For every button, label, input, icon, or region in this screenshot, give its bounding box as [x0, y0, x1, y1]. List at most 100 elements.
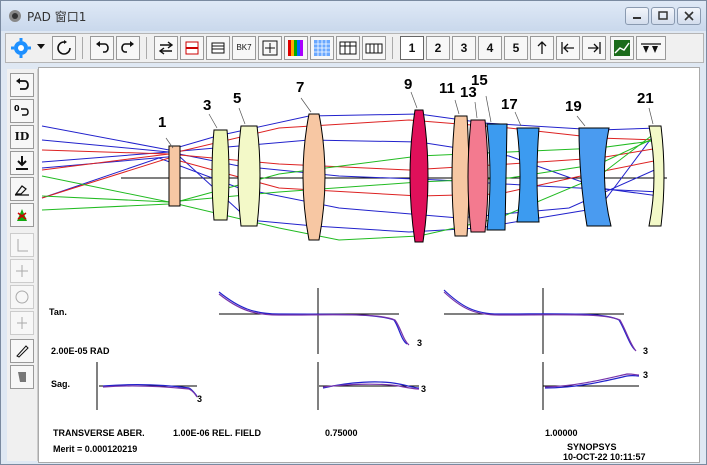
drawing-canvas[interactable]: 1 3 5 7 9 11 13 15 17 19 21 Tan. 2.00E-0…: [38, 67, 700, 463]
config-1-label: 1: [408, 41, 416, 55]
zoom-fit-icon: [262, 40, 278, 56]
fill-button[interactable]: [10, 365, 34, 389]
pen-button[interactable]: [10, 339, 34, 363]
surface-label-21: 21: [637, 90, 654, 107]
pattern-button[interactable]: [310, 36, 334, 60]
color-bars-button[interactable]: [284, 36, 308, 60]
arrow-up-button[interactable]: [530, 36, 554, 60]
layout-button[interactable]: [336, 36, 360, 60]
table-icon: [211, 42, 225, 54]
surface-label-1: 1: [158, 114, 167, 131]
tan-trace-end-2: 3: [643, 346, 649, 356]
settings-gear-button[interactable]: [10, 36, 32, 60]
undo-zero-icon: 0: [14, 104, 29, 116]
disabled-tool-1: [10, 233, 34, 257]
sag-trace-end-3: 3: [643, 370, 649, 380]
config-4-label: 4: [486, 41, 494, 55]
synopsys-app-icon: [9, 10, 21, 22]
scale-label: 2.00E-05 RAD: [51, 346, 110, 356]
sag-label: Sag.: [51, 379, 71, 389]
id-button[interactable]: ID: [10, 125, 34, 149]
chart-icon: [614, 40, 630, 56]
erase-button[interactable]: [10, 177, 34, 201]
lens-layout-diagram: [41, 91, 667, 243]
undo-tool-button[interactable]: [10, 73, 34, 97]
window-title: PAD 窗口1: [27, 10, 87, 24]
close-button[interactable]: [677, 7, 701, 25]
surface-label-3: 3: [203, 97, 212, 114]
disabled-tool-4: [10, 311, 34, 335]
merit-label: Merit = 0.000120219: [53, 444, 138, 454]
field-100-label: 1.00000: [545, 428, 578, 438]
main-toolbar: BK7 1 2 3 4 5: [5, 33, 704, 63]
config-5-button[interactable]: 5: [504, 36, 528, 60]
left-toolbar: 0 ID: [7, 69, 38, 461]
config-4-button[interactable]: 4: [478, 36, 502, 60]
surface-label-7: 7: [296, 79, 305, 96]
config-1-button[interactable]: 1: [400, 36, 424, 60]
swap-button[interactable]: [154, 36, 178, 60]
redo-icon: [121, 41, 134, 53]
bk7-label: BK7: [236, 43, 252, 52]
minimize-button[interactable]: [625, 7, 649, 25]
eraser-icon: [14, 185, 29, 196]
gear-icon: [11, 38, 31, 58]
crosshair-icon: [16, 265, 28, 277]
surface-label-9: 9: [404, 76, 413, 93]
filter-icon: [641, 43, 661, 53]
last-surface-button[interactable]: [582, 36, 606, 60]
undo-button[interactable]: [90, 36, 114, 60]
undo-zero-button[interactable]: 0: [10, 99, 34, 123]
return-arrow-icon: [16, 78, 29, 90]
first-surface-button[interactable]: [556, 36, 580, 60]
surface-label-11: 11: [439, 80, 455, 97]
config-3-button[interactable]: 3: [452, 36, 476, 60]
maximize-icon: [658, 11, 668, 20]
tan-trace-end-1: 3: [417, 338, 423, 348]
svg-text:0: 0: [14, 104, 20, 113]
glass-bk7-button[interactable]: BK7: [232, 36, 256, 60]
download-button[interactable]: [10, 151, 34, 175]
config-2-button[interactable]: 2: [426, 36, 450, 60]
undo-icon: [96, 41, 109, 53]
tan-label: Tan.: [49, 307, 67, 317]
swap-arrows-icon: [158, 41, 174, 55]
shape-icon: [18, 372, 26, 382]
filter-button[interactable]: [636, 36, 666, 60]
zoom-fit-button[interactable]: [258, 36, 282, 60]
config-5-label: 5: [512, 41, 520, 55]
grid-button[interactable]: [362, 36, 386, 60]
id-label: ID: [14, 130, 30, 143]
config-3-label: 3: [460, 41, 468, 55]
download-icon: [16, 156, 28, 170]
field-075-label: 0.75000: [325, 428, 358, 438]
arrow-up-icon: [537, 41, 547, 54]
axis-icon: [17, 239, 28, 252]
surface-label-17: 17: [501, 96, 518, 113]
circle-icon: [15, 290, 29, 304]
split-view-button[interactable]: [180, 36, 204, 60]
dropdown-button[interactable]: [34, 36, 48, 60]
mark-button[interactable]: [10, 203, 34, 227]
sag-trace-end-2: 3: [421, 384, 427, 394]
surface-label-5: 5: [233, 90, 242, 107]
close-icon: [684, 11, 694, 21]
skip-right-icon: [588, 42, 601, 54]
datetime-label: 10-OCT-22 10:11:57: [563, 452, 646, 462]
footer-field-label: 1.00E-06 REL. FIELD: [173, 428, 262, 438]
pad-window: PAD 窗口1 BK7 1 2 3 4 5 0 ID 1 3 5 7 9 11 …: [0, 0, 707, 465]
table-button[interactable]: [206, 36, 230, 60]
chart-button[interactable]: [610, 36, 634, 60]
disabled-tool-3: [10, 285, 34, 309]
footer-title: TRANSVERSE ABER.: [53, 428, 145, 438]
layout-grid-icon: [339, 41, 357, 55]
maximize-button[interactable]: [651, 7, 675, 25]
flag-icon: [17, 209, 27, 221]
sag-trace-end-1: 3: [197, 394, 203, 404]
refresh-button[interactable]: [52, 36, 76, 60]
color-bars-icon: [288, 40, 303, 56]
pen-icon: [16, 345, 29, 358]
redo-button[interactable]: [116, 36, 140, 60]
disabled-tool-2: [10, 259, 34, 283]
surface-label-19: 19: [565, 98, 582, 115]
